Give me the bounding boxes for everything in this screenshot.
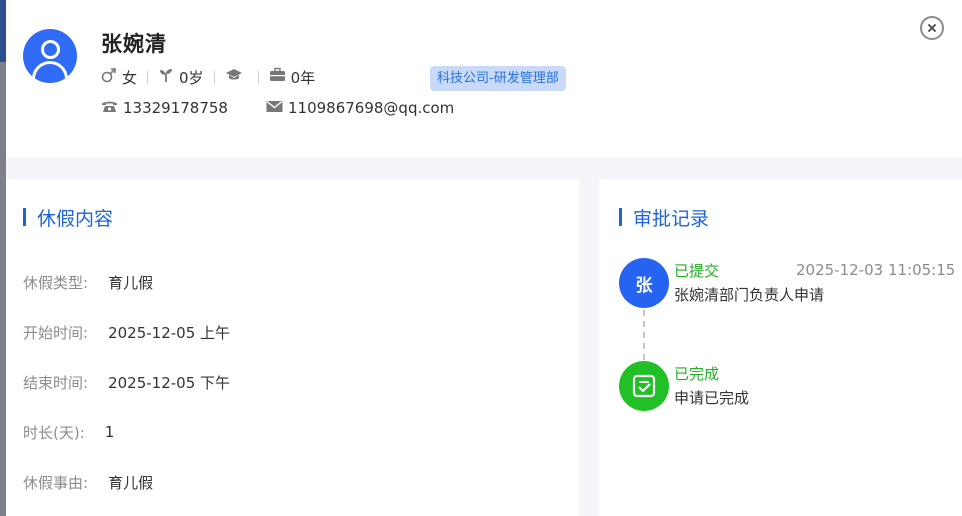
field-value: 育儿假 xyxy=(108,473,154,492)
step-description: 张婉清部门负责人申请 xyxy=(674,286,825,304)
phone-icon xyxy=(101,99,118,118)
profile-header: 张婉清 女 0岁 0年 科技公司-研发管理部 13329178758 11098… xyxy=(6,0,962,158)
field-value: 2025-12-05 下午 xyxy=(108,373,231,392)
field-label: 时长(天): xyxy=(23,423,85,442)
approval-record-card: 审批记录 张 已提交 2025-12-03 11:05:15 张婉清部门负责人申… xyxy=(599,179,962,516)
age-value: 0岁 xyxy=(179,68,204,87)
end-time-row: 结束时间: 2025-12-05 下午 xyxy=(23,372,230,392)
graduation-cap-icon xyxy=(225,67,243,87)
gender-value: 女 xyxy=(122,68,138,87)
leave-title-text: 休假内容 xyxy=(37,207,114,230)
start-time-row: 开始时间: 2025-12-05 上午 xyxy=(23,322,230,342)
duration-row: 时长(天): 1 xyxy=(23,422,114,442)
step-description: 申请已完成 xyxy=(674,389,750,407)
title-accent-bar xyxy=(619,208,622,226)
field-value: 2025-12-05 上午 xyxy=(108,323,231,342)
divider xyxy=(147,70,149,84)
field-label: 开始时间: xyxy=(23,323,89,342)
reason-row: 休假事由: 育儿假 xyxy=(23,472,153,492)
profile-meta-row: 女 0岁 0年 xyxy=(101,67,315,87)
applicant-avatar: 张 xyxy=(619,258,669,308)
divider xyxy=(257,70,259,84)
tenure-item: 0年 xyxy=(269,67,316,88)
close-icon[interactable] xyxy=(920,16,944,40)
leave-type-row: 休假类型: 育儿假 xyxy=(23,272,153,292)
phone-item: 13329178758 xyxy=(101,98,228,118)
email-value: 1109867698@qq.com xyxy=(288,99,455,117)
user-avatar-icon xyxy=(23,29,77,83)
tenure-value: 0年 xyxy=(290,68,316,87)
employee-leave-detail-panel: 张婉清 女 0岁 0年 科技公司-研发管理部 13329178758 11098… xyxy=(6,0,962,516)
title-accent-bar xyxy=(23,208,26,226)
gender-item: 女 xyxy=(101,67,137,88)
mail-icon xyxy=(266,99,283,117)
timeline-connector xyxy=(643,310,645,360)
divider xyxy=(213,70,215,84)
leave-section-title: 休假内容 xyxy=(23,206,114,230)
check-square-icon xyxy=(619,361,669,411)
step-status: 已完成 xyxy=(674,365,720,383)
step-status: 已提交 xyxy=(674,262,720,280)
male-female-icon xyxy=(101,67,117,87)
field-value: 1 xyxy=(104,423,115,441)
email-item: 1109867698@qq.com xyxy=(266,98,454,118)
sprout-icon xyxy=(158,67,174,87)
employee-name: 张婉清 xyxy=(101,32,167,56)
field-value: 育儿假 xyxy=(108,273,154,292)
field-label: 休假类型: xyxy=(23,273,89,292)
approval-section-title: 审批记录 xyxy=(619,206,710,230)
age-item: 0岁 xyxy=(158,67,204,88)
field-label: 休假事由: xyxy=(23,473,89,492)
step-time: 2025-12-03 11:05:15 xyxy=(796,261,956,279)
department-tag: 科技公司-研发管理部 xyxy=(430,66,566,91)
approval-title-text: 审批记录 xyxy=(633,207,710,230)
field-label: 结束时间: xyxy=(23,373,89,392)
leave-content-card: 休假内容 休假类型: 育儿假 开始时间: 2025-12-05 上午 结束时间:… xyxy=(6,179,579,516)
phone-value: 13329178758 xyxy=(123,99,228,117)
briefcase-icon xyxy=(269,67,286,87)
education-item xyxy=(225,67,248,87)
